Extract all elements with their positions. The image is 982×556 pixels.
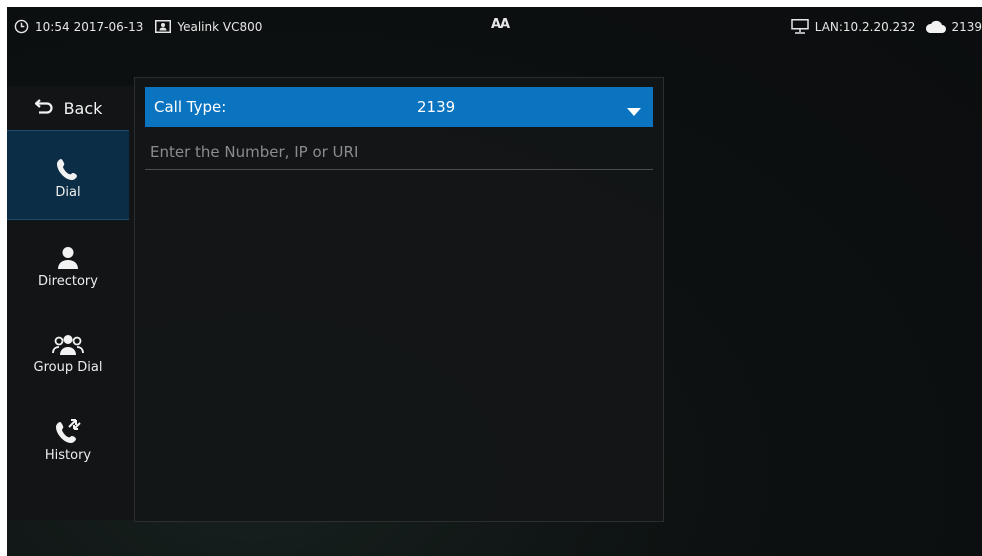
clock-icon bbox=[14, 19, 29, 34]
font-size-glyph: AA bbox=[491, 17, 510, 32]
back-label: Back bbox=[63, 98, 103, 118]
sidebar-item-label: History bbox=[44, 447, 92, 463]
contact-card-icon bbox=[155, 20, 172, 33]
phone-icon bbox=[56, 151, 80, 181]
call-type-value: 2139 bbox=[417, 98, 456, 116]
sidebar-item-label: Directory bbox=[38, 273, 98, 289]
lan-address: LAN:10.2.20.232 bbox=[814, 19, 916, 34]
status-right: LAN:10.2.20.232 2139 bbox=[790, 19, 982, 34]
account-number: 2139 bbox=[951, 19, 982, 34]
network-icon bbox=[790, 19, 809, 34]
status-time: 10:54 bbox=[35, 19, 70, 34]
person-icon bbox=[57, 240, 79, 270]
sidebar-item-label: Group Dial bbox=[33, 359, 103, 375]
status-left: 10:54 2017-06-13 Yealink VC800 bbox=[14, 19, 262, 34]
sidebar-item-dial[interactable]: Dial bbox=[7, 130, 129, 220]
group-icon bbox=[52, 326, 84, 356]
font-size-icon[interactable]: AA bbox=[491, 17, 510, 32]
screen: 10:54 2017-06-13 Yealink VC800 AA LAN:10… bbox=[7, 7, 982, 556]
cloud-icon bbox=[925, 20, 947, 34]
call-type-dropdown[interactable]: Call Type: 2139 bbox=[145, 87, 653, 127]
sidebar-item-group-dial[interactable]: Group Dial bbox=[7, 306, 129, 394]
number-input[interactable] bbox=[145, 134, 653, 170]
status-date: 2017-06-13 bbox=[73, 19, 144, 34]
back-arrow-icon bbox=[34, 98, 54, 118]
chevron-down-icon bbox=[627, 103, 641, 121]
sidebar-item-label: Dial bbox=[55, 184, 81, 200]
dial-panel: Call Type: 2139 bbox=[134, 77, 664, 522]
sidebar: Back Dial Directory Group Dial History bbox=[7, 86, 134, 520]
sidebar-item-directory[interactable]: Directory bbox=[7, 220, 129, 308]
status-bar: 10:54 2017-06-13 Yealink VC800 AA LAN:10… bbox=[7, 7, 982, 49]
sidebar-item-history[interactable]: History bbox=[7, 394, 129, 482]
device-name: Yealink VC800 bbox=[177, 19, 263, 34]
back-button[interactable]: Back bbox=[7, 86, 129, 130]
call-type-label: Call Type: bbox=[154, 98, 227, 116]
call-history-icon bbox=[55, 414, 81, 444]
